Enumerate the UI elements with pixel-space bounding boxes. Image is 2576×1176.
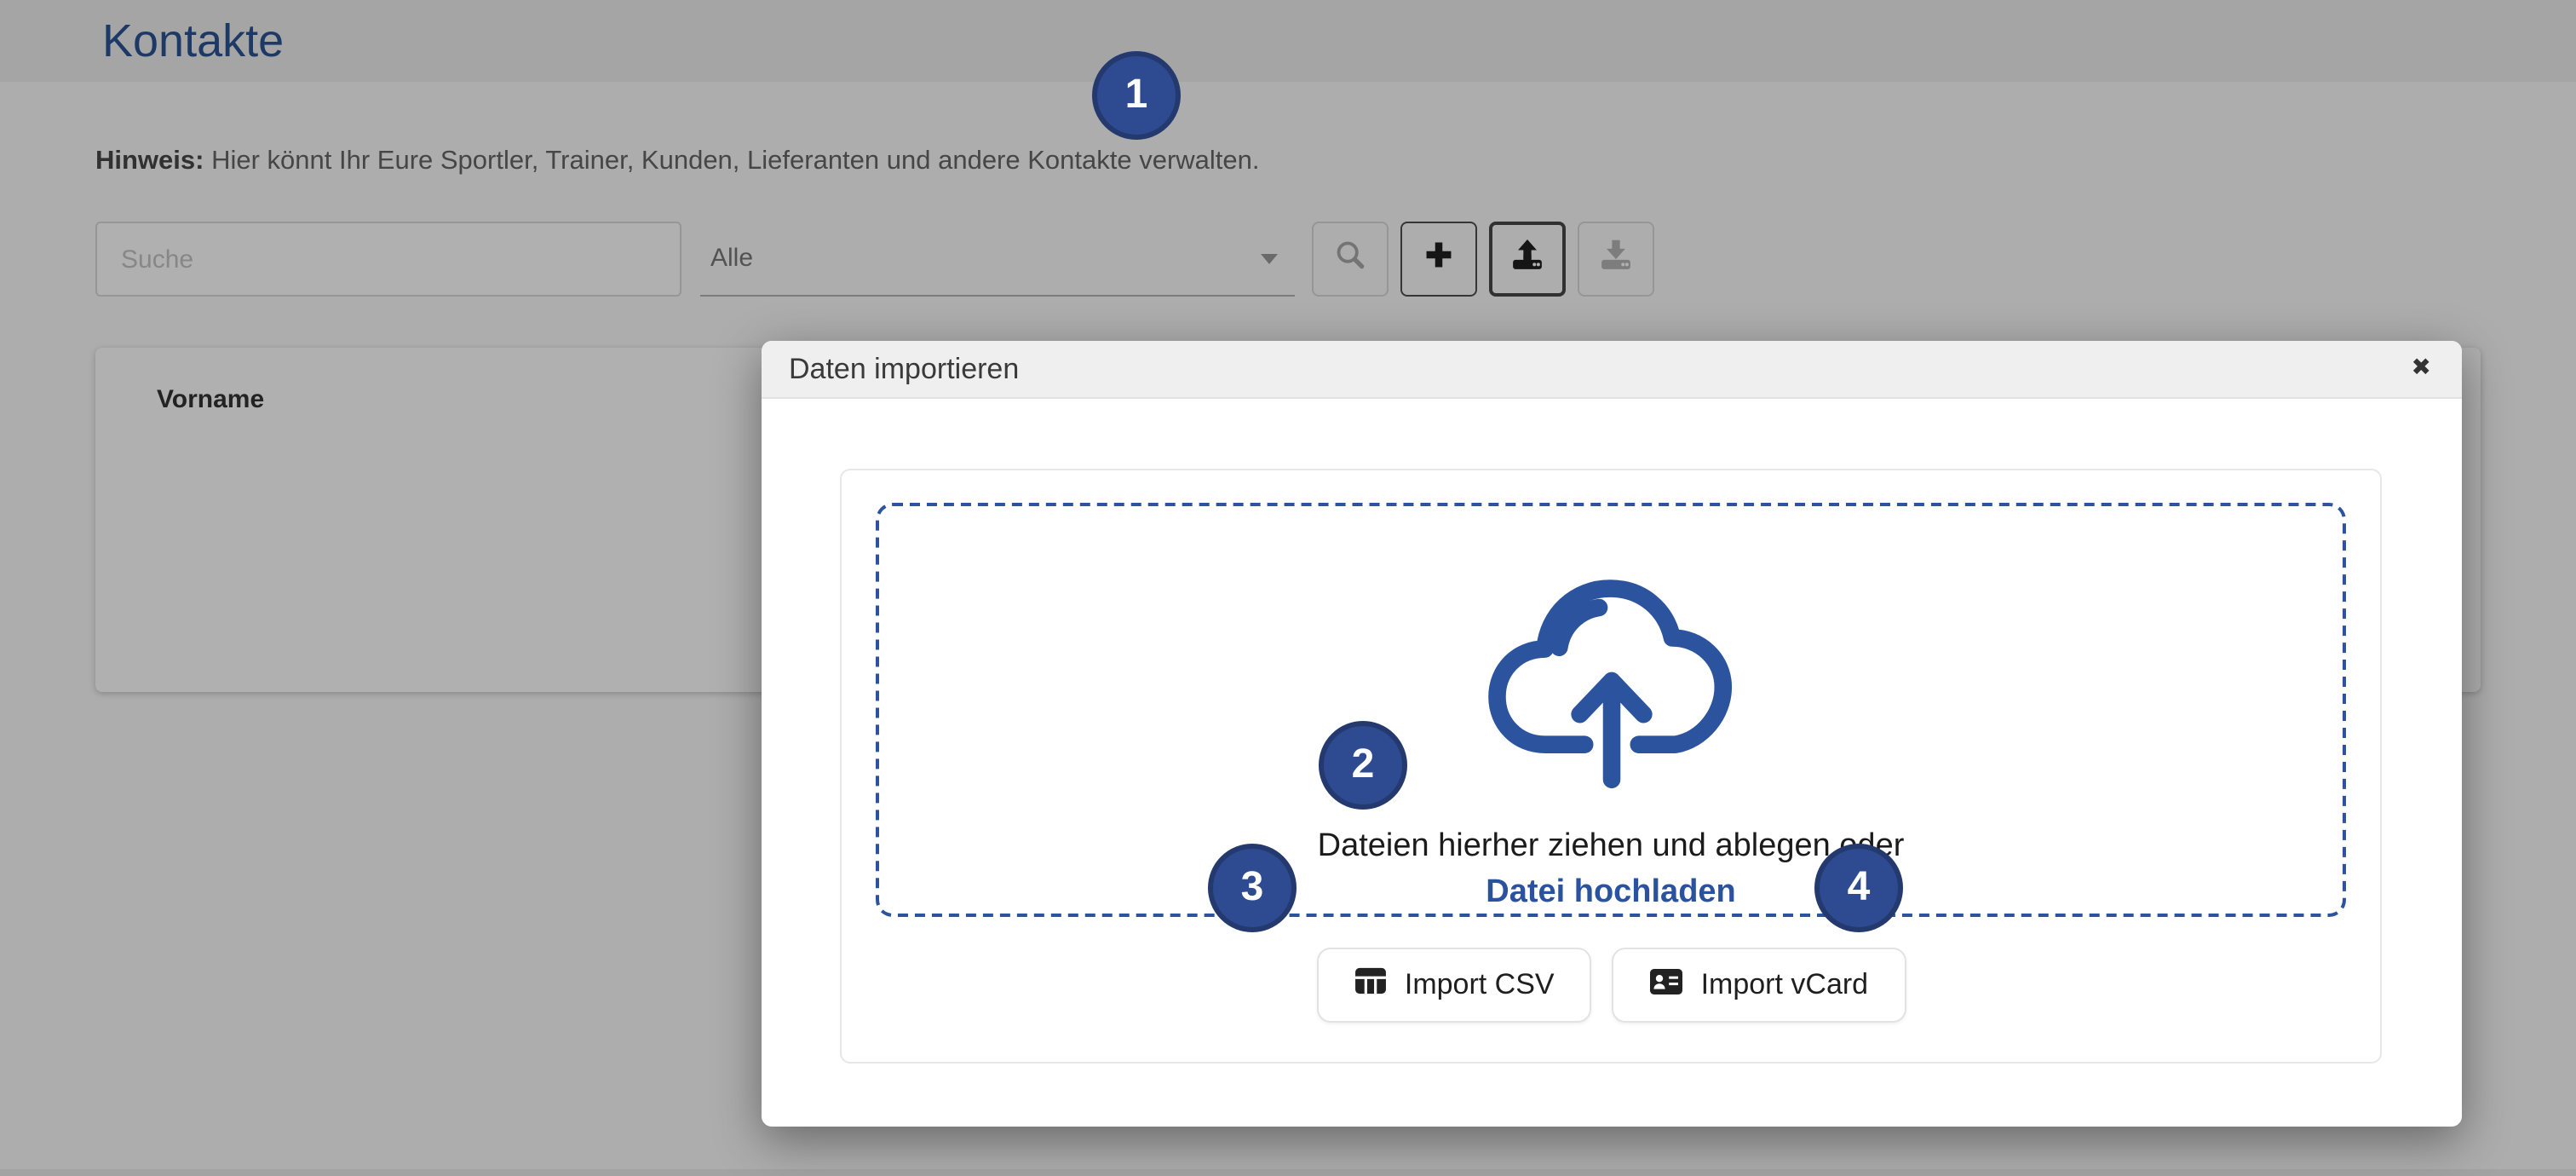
import-dialog: Daten importieren ✖ Dateien hierher zieh… xyxy=(762,341,2462,1127)
close-icon[interactable]: ✖ xyxy=(2412,355,2431,378)
dialog-title: Daten importieren xyxy=(789,352,1019,386)
address-card-icon xyxy=(1650,967,1684,1003)
annotation-badge-3: 3 xyxy=(1208,844,1297,932)
annotation-badge-2: 2 xyxy=(1319,721,1407,810)
dropzone-instruction: Dateien hierher ziehen und ablegen oder xyxy=(1318,828,1905,866)
import-vcard-button[interactable]: Import vCard xyxy=(1613,948,1906,1023)
upload-file-link[interactable]: Datei hochladen xyxy=(1486,874,1736,912)
import-csv-button[interactable]: Import CSV xyxy=(1318,948,1592,1023)
annotation-badge-1: 1 xyxy=(1092,51,1181,140)
annotation-badge-4: 4 xyxy=(1814,844,1903,932)
file-dropzone[interactable]: Dateien hierher ziehen und ablegen oder … xyxy=(876,503,2346,917)
screen: Kontakte Hinweis: Hier könnt Ihr Eure Sp… xyxy=(0,0,2576,1176)
dialog-header: Daten importieren ✖ xyxy=(762,341,2462,399)
table-icon xyxy=(1355,966,1388,1004)
import-vcard-label: Import vCard xyxy=(1701,968,1869,1002)
cloud-upload-icon xyxy=(1483,547,1739,798)
import-buttons-row: Import CSV Import vCard xyxy=(762,948,2462,1023)
import-csv-label: Import CSV xyxy=(1405,968,1555,1002)
